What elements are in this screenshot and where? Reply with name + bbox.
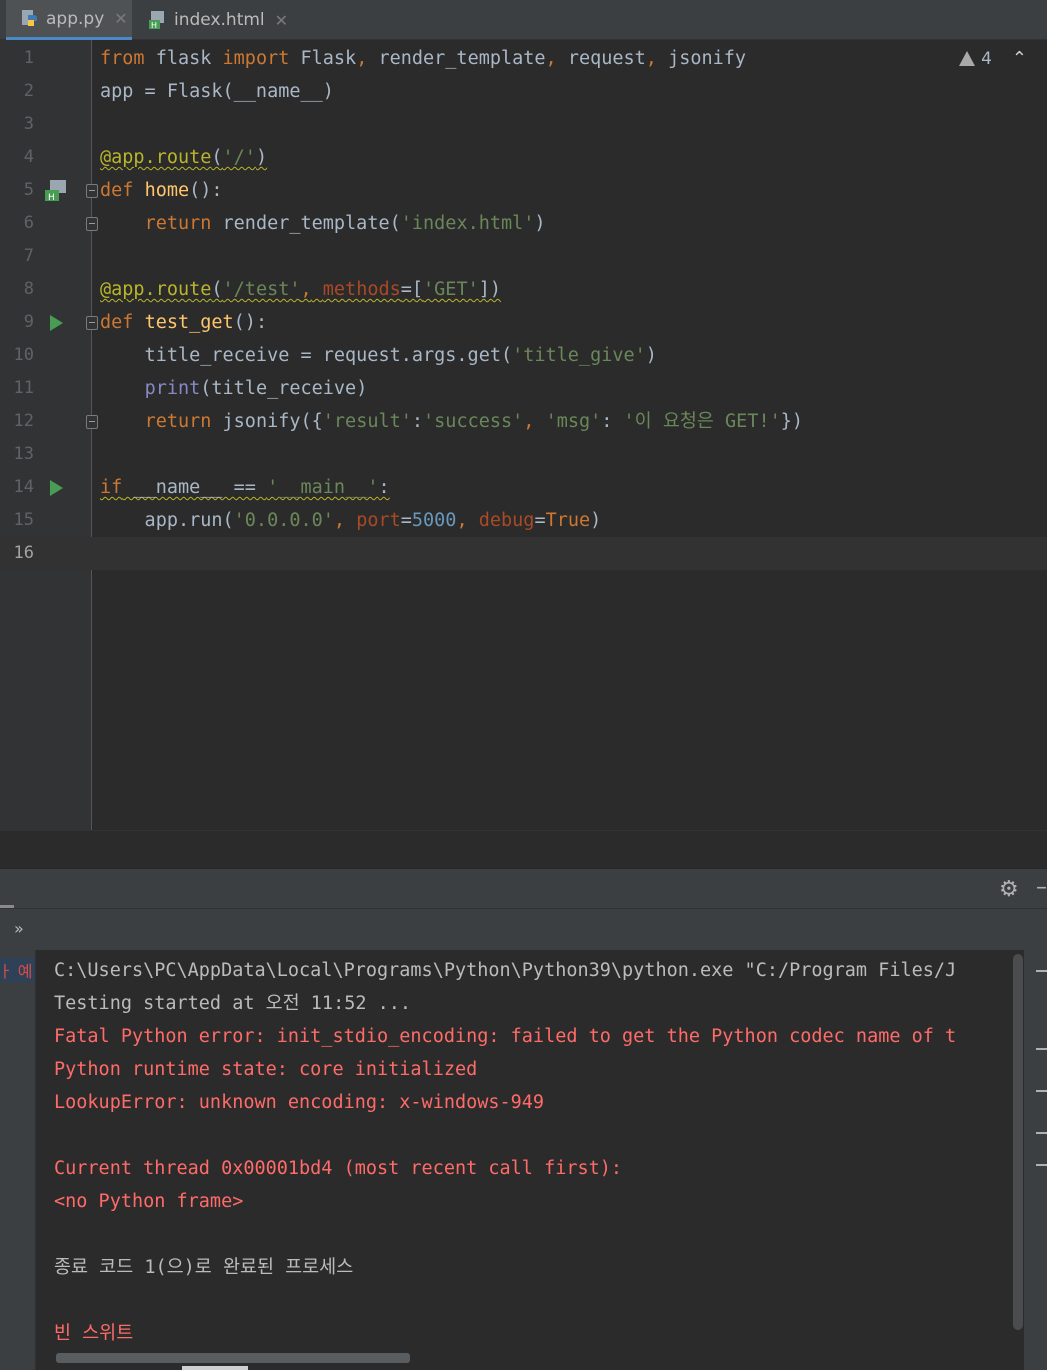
code-text: from flask import Flask, render_template… <box>100 48 747 69</box>
console-vertical-scrollbar[interactable] <box>1012 950 1024 1350</box>
console-horizontal-scrollbar[interactable] <box>56 1353 410 1363</box>
run-console[interactable]: C:\Users\PC\AppData\Local\Programs\Pytho… <box>36 950 1012 1370</box>
line-number: 2 <box>23 81 34 101</box>
line-number: 5 <box>23 180 34 200</box>
line-number: 10 <box>13 345 34 365</box>
python-file-icon <box>20 9 40 29</box>
fold-toggle-icon[interactable] <box>86 217 98 231</box>
svg-text:H: H <box>48 193 55 202</box>
code-text: def home(): <box>100 180 223 201</box>
fold-toggle-icon[interactable] <box>86 184 98 198</box>
line-number: 12 <box>13 411 34 431</box>
scroll-to-end-icon[interactable] <box>1036 1090 1047 1092</box>
fold-toggle-icon[interactable] <box>86 415 98 429</box>
code-line: 3 <box>0 108 1047 141</box>
console-line: Python runtime state: core initialized <box>54 1059 478 1080</box>
code-line: 14 if __name__ == '__main__': <box>0 471 1047 504</box>
print-icon[interactable] <box>1036 1132 1047 1134</box>
minimize-icon[interactable]: – <box>1036 875 1047 900</box>
code-editor[interactable]: 4 ⌃ 1 from flask import Flask, render_te… <box>0 40 1047 830</box>
code-text: print(title_receive) <box>144 378 368 399</box>
code-text: app.run('0.0.0.0', port=5000, debug=True… <box>100 510 602 531</box>
code-text: app = Flask(__name__) <box>100 81 334 102</box>
chevron-double-right-icon[interactable]: » <box>14 919 24 938</box>
code-text: return jsonify({'result':'success', 'msg… <box>144 411 804 432</box>
html-file-icon: H <box>148 10 168 30</box>
gear-icon[interactable]: ⚙ <box>999 877 1019 902</box>
editor-bottom-strip <box>0 830 1047 868</box>
run-icon[interactable] <box>50 480 63 496</box>
close-icon[interactable]: ✕ <box>114 9 127 28</box>
console-line: Current thread 0x00001bd4 (most recent c… <box>54 1158 623 1179</box>
code-text: if __name__ == '__main__': <box>100 477 390 498</box>
tab-label: index.html <box>174 10 265 30</box>
code-line: 8 @app.route('/test', methods=['GET']) <box>0 273 1047 306</box>
code-line: 12 return jsonify({'result':'success', '… <box>0 405 1047 438</box>
line-number: 1 <box>23 48 34 68</box>
tab-label: app.py <box>46 8 105 29</box>
code-line-current: 16 <box>0 537 1047 570</box>
line-number: 9 <box>23 312 34 332</box>
tab-index-html[interactable]: H index.html ✕ <box>146 0 296 40</box>
scrollbar-thumb[interactable] <box>1013 954 1023 1330</box>
scroll-up-icon[interactable] <box>1036 970 1047 972</box>
code-line: 13 <box>0 438 1047 471</box>
code-text: @app.route('/test', methods=['GET']) <box>100 279 502 300</box>
code-line: 4 @app.route('/') <box>0 141 1047 174</box>
console-line: <no Python frame> <box>54 1191 244 1212</box>
console-line: C:\Users\PC\AppData\Local\Programs\Pytho… <box>54 960 957 981</box>
line-number: 7 <box>23 246 34 266</box>
test-tree[interactable]: ㅏ 예 <box>0 950 36 1370</box>
console-line: Fatal Python error: init_stdio_encoding:… <box>54 1026 957 1047</box>
line-number: 16 <box>13 543 34 563</box>
html-template-gutter-icon[interactable]: H <box>44 180 68 203</box>
code-text: def test_get(): <box>100 312 268 333</box>
tab-app-py[interactable]: app.py ✕ <box>6 0 132 40</box>
line-number: 3 <box>23 114 34 134</box>
console-line: LookupError: unknown encoding: x-windows… <box>54 1092 545 1113</box>
run-panel-header: ⚙ – <box>0 868 1047 908</box>
line-number: 13 <box>13 444 34 464</box>
console-line: 빈 스위트 <box>54 1323 134 1344</box>
code-line: 1 from flask import Flask, render_templa… <box>0 42 1047 75</box>
line-number: 11 <box>13 378 34 398</box>
code-line: 7 <box>0 240 1047 273</box>
code-text: @app.route('/') <box>100 147 268 168</box>
code-line: 9 def test_get(): <box>0 306 1047 339</box>
run-panel-toolbar: » <box>0 905 1047 950</box>
test-tree-item[interactable]: ㅏ 예 <box>0 958 35 982</box>
close-icon[interactable]: ✕ <box>275 11 288 30</box>
console-line: Testing started at 오전 11:52 ... <box>54 993 412 1014</box>
console-line: 종료 코드 1(으)로 완료된 프로세스 <box>54 1257 354 1278</box>
code-text: title_receive = request.args.get('title_… <box>100 345 657 366</box>
fold-toggle-icon[interactable] <box>86 316 98 330</box>
code-line: 5 H def home(): <box>0 174 1047 207</box>
svg-text:H: H <box>151 21 157 30</box>
editor-tab-bar: app.py ✕ H index.html ✕ <box>0 0 1047 40</box>
line-number: 6 <box>23 213 34 233</box>
code-line: 15 app.run('0.0.0.0', port=5000, debug=T… <box>0 504 1047 537</box>
code-line: 10 title_receive = request.args.get('tit… <box>0 339 1047 372</box>
run-icon[interactable] <box>50 315 63 331</box>
line-number: 14 <box>13 477 34 497</box>
line-number: 4 <box>23 147 34 167</box>
console-side-toolbar <box>1024 950 1047 1370</box>
code-text: return render_template('index.html') <box>144 213 546 234</box>
panel-divider <box>0 905 14 908</box>
scrollbar-thumb[interactable] <box>182 1366 248 1370</box>
code-line: 2 app = Flask(__name__) <box>0 75 1047 108</box>
line-number: 8 <box>23 279 34 299</box>
code-line: 11 print(title_receive) <box>0 372 1047 405</box>
code-line: 6 return render_template('index.html') <box>0 207 1047 240</box>
trash-icon[interactable] <box>1036 1164 1047 1166</box>
soft-wrap-icon[interactable] <box>1036 1048 1047 1050</box>
line-number: 15 <box>13 510 34 530</box>
